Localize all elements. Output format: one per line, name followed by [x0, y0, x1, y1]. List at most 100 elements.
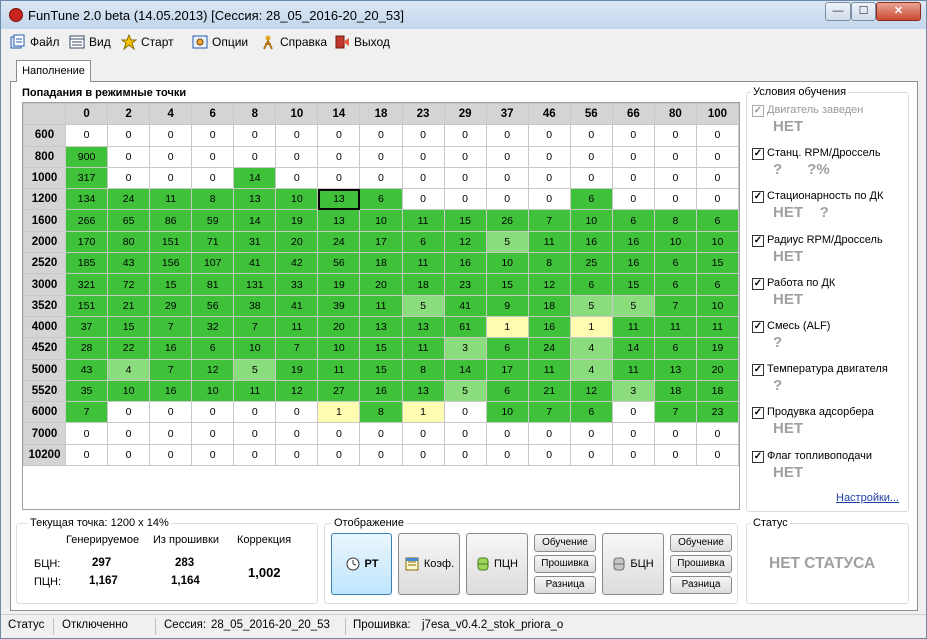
- grid-cell[interactable]: 0: [107, 145, 151, 168]
- grid-cell[interactable]: 900: [64, 145, 109, 168]
- grid-cell[interactable]: 0: [401, 443, 445, 467]
- grid-cell[interactable]: 24: [527, 337, 571, 360]
- bcn-diff-button[interactable]: Разница: [670, 576, 732, 594]
- grid-cell[interactable]: 15: [485, 273, 529, 296]
- grid-cell[interactable]: 16: [443, 252, 487, 275]
- grid-cell[interactable]: 1: [401, 401, 445, 424]
- grid-cell[interactable]: 65: [107, 209, 151, 232]
- grid-cell[interactable]: 86: [149, 209, 193, 232]
- grid-cell[interactable]: 0: [64, 443, 109, 467]
- grid-cell[interactable]: 31: [233, 230, 277, 254]
- grid-cell[interactable]: 8: [191, 188, 235, 211]
- settings-link[interactable]: Настройки...: [836, 492, 899, 504]
- grid-cell[interactable]: 0: [191, 124, 235, 147]
- menu-exit[interactable]: Выход: [334, 33, 390, 51]
- grid-cell[interactable]: 151: [149, 230, 193, 254]
- minimize-button[interactable]: —: [825, 2, 851, 21]
- grid-cell[interactable]: 0: [443, 422, 487, 445]
- grid-cell[interactable]: 6: [191, 337, 235, 360]
- grid-cell[interactable]: 14: [233, 166, 277, 190]
- grid-cell[interactable]: 0: [485, 443, 529, 467]
- grid-cell[interactable]: 20: [359, 273, 403, 296]
- grid-cell[interactable]: 7: [275, 337, 319, 360]
- grid-cell[interactable]: 0: [569, 145, 613, 168]
- grid-cell[interactable]: 23: [443, 273, 487, 296]
- grid-cell[interactable]: 0: [611, 166, 655, 190]
- grid-cell[interactable]: 17: [359, 230, 403, 254]
- grid-cell[interactable]: 17: [485, 358, 529, 381]
- grid-cell[interactable]: 0: [695, 166, 740, 190]
- condition-checkbox[interactable]: ✓: [752, 191, 764, 204]
- menu-view[interactable]: Вид: [69, 33, 111, 51]
- grid-cell[interactable]: 0: [107, 422, 151, 445]
- grid-cell[interactable]: 0: [695, 422, 740, 445]
- grid-cell[interactable]: 4: [107, 358, 151, 381]
- coef-button[interactable]: Коэф.: [398, 533, 460, 595]
- grid-cell[interactable]: 27: [317, 379, 361, 403]
- grid-cell[interactable]: 16: [359, 379, 403, 403]
- grid-cell[interactable]: 0: [527, 124, 571, 147]
- grid-cell[interactable]: 0: [401, 422, 445, 445]
- menu-start[interactable]: Старт: [121, 33, 174, 51]
- grid-cell[interactable]: 11: [149, 188, 193, 211]
- grid-cell[interactable]: 72: [107, 273, 151, 296]
- condition-checkbox[interactable]: ✓: [752, 407, 764, 420]
- grid-cell[interactable]: 7: [233, 315, 277, 339]
- grid-cell[interactable]: 18: [653, 379, 697, 403]
- grid-cell[interactable]: 9: [485, 294, 529, 317]
- grid-cell[interactable]: 0: [149, 443, 193, 467]
- grid-cell[interactable]: 10: [317, 337, 361, 360]
- grid-cell[interactable]: 1: [485, 315, 529, 339]
- grid-cell[interactable]: 16: [149, 379, 193, 403]
- grid-cell[interactable]: 28: [64, 337, 109, 360]
- grid-cell[interactable]: 321: [64, 273, 109, 296]
- grid-cell[interactable]: 6: [695, 209, 740, 232]
- grid-cell[interactable]: 0: [611, 188, 655, 211]
- condition-checkbox[interactable]: ✓: [752, 450, 764, 463]
- grid-cell[interactable]: 5: [401, 294, 445, 317]
- grid-cell[interactable]: 13: [401, 379, 445, 403]
- pcn-firmware-button[interactable]: Прошивка: [534, 555, 596, 573]
- grid-cell[interactable]: 0: [233, 124, 277, 147]
- grid-cell[interactable]: 10: [485, 252, 529, 275]
- grid-cell[interactable]: 0: [275, 124, 319, 147]
- grid-cell[interactable]: 20: [695, 358, 740, 381]
- grid-cell[interactable]: 12: [443, 230, 487, 254]
- grid-cell[interactable]: 37: [64, 315, 109, 339]
- grid-cell[interactable]: 14: [443, 358, 487, 381]
- grid-cell[interactable]: 0: [275, 422, 319, 445]
- grid-cell[interactable]: 11: [233, 379, 277, 403]
- grid-cell[interactable]: 11: [275, 315, 319, 339]
- maximize-button[interactable]: ☐: [851, 2, 876, 21]
- grid-cell[interactable]: 0: [191, 422, 235, 445]
- grid-cell[interactable]: 0: [611, 401, 655, 424]
- grid-cell[interactable]: 13: [359, 315, 403, 339]
- grid-cell[interactable]: 11: [653, 315, 697, 339]
- grid-cell[interactable]: 0: [317, 145, 361, 168]
- grid-cell[interactable]: 0: [317, 443, 361, 467]
- grid-cell[interactable]: 185: [64, 252, 109, 275]
- grid-cell[interactable]: 56: [191, 294, 235, 317]
- grid-cell[interactable]: 43: [64, 358, 109, 381]
- grid-cell[interactable]: 80: [107, 230, 151, 254]
- grid-cell[interactable]: 18: [401, 273, 445, 296]
- rt-button[interactable]: РТ: [331, 533, 392, 595]
- grid-cell[interactable]: 0: [401, 145, 445, 168]
- grid-cell[interactable]: 6: [611, 209, 655, 232]
- grid-cell[interactable]: 11: [695, 315, 740, 339]
- grid-cell[interactable]: 7: [653, 294, 697, 317]
- grid-cell[interactable]: 0: [695, 188, 740, 211]
- grid-cell[interactable]: 0: [317, 124, 361, 147]
- grid-cell[interactable]: 0: [485, 188, 529, 211]
- grid-cell[interactable]: 8: [527, 252, 571, 275]
- grid-cell[interactable]: 20: [275, 230, 319, 254]
- grid-cell[interactable]: 16: [569, 230, 613, 254]
- grid-cell[interactable]: 0: [359, 145, 403, 168]
- grid-cell[interactable]: 0: [569, 124, 613, 147]
- grid-cell[interactable]: 61: [443, 315, 487, 339]
- grid-cell[interactable]: 0: [695, 145, 740, 168]
- grid-cell[interactable]: 5: [233, 358, 277, 381]
- grid-cell[interactable]: 15: [443, 209, 487, 232]
- grid-cell[interactable]: 6: [653, 337, 697, 360]
- grid-cell[interactable]: 0: [149, 422, 193, 445]
